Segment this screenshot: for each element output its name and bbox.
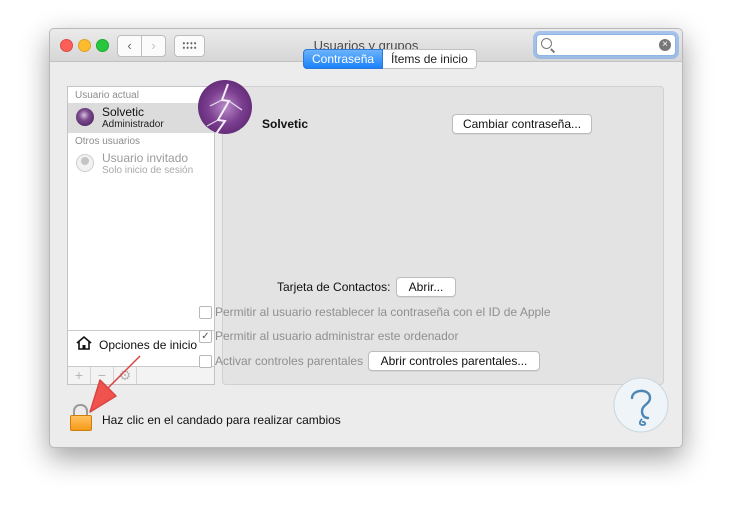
sidebar-user-guest[interactable]: Usuario invitado Solo inicio de sesión [68,149,214,179]
admin-checkbox[interactable]: ✓ [199,330,212,343]
checkbox-label: Permitir al usuario administrar este ord… [215,329,459,343]
home-icon [76,335,92,350]
help-watermark-icon [613,377,669,433]
user-role: Administrador [102,119,164,130]
guest-user-role: Solo inicio de sesión [102,165,194,176]
change-password-button[interactable]: Cambiar contraseña... [452,114,592,134]
user-full-name: Solvetic [262,117,309,131]
lightning-icon [206,83,243,134]
users-sidebar: Usuario actual Solvetic Administrador Ot… [67,86,215,385]
user-picture[interactable] [198,80,252,134]
checkbox-label: Permitir al usuario restablecer la contr… [215,305,551,319]
other-users-header: Otros usuarios [75,136,141,147]
clear-search-icon[interactable]: × [659,39,671,51]
search-field[interactable]: × [536,34,676,56]
avatar [76,108,94,126]
checkbox-label: Activar controles parentales [215,354,364,368]
login-options-label: Opciones de inicio [99,338,198,352]
arrow-annotation-icon [89,355,141,413]
tab-password[interactable]: Contraseña [303,49,384,69]
open-parental-controls-button[interactable]: Abrir controles parentales... [368,351,540,371]
reset-password-checkbox[interactable] [199,306,212,319]
current-user-header: Usuario actual [75,90,139,101]
preferences-window: ‹ › Usuarios y grupos × Usuario actual S… [49,28,683,448]
tab-bar: Contraseña Ítems de inicio [303,49,477,69]
parental-controls-checkbox[interactable] [199,355,212,368]
open-contacts-button[interactable]: Abrir... [396,277,456,297]
search-icon [541,38,552,49]
guest-user-name: Usuario invitado [102,151,189,165]
guest-avatar-icon [76,154,94,172]
user-name: Solvetic [102,105,145,119]
sidebar-user-current[interactable]: Solvetic Administrador [68,103,214,133]
tab-login-items[interactable]: Ítems de inicio [383,49,477,69]
contacts-card-label: Tarjeta de Contactos: [277,280,391,294]
